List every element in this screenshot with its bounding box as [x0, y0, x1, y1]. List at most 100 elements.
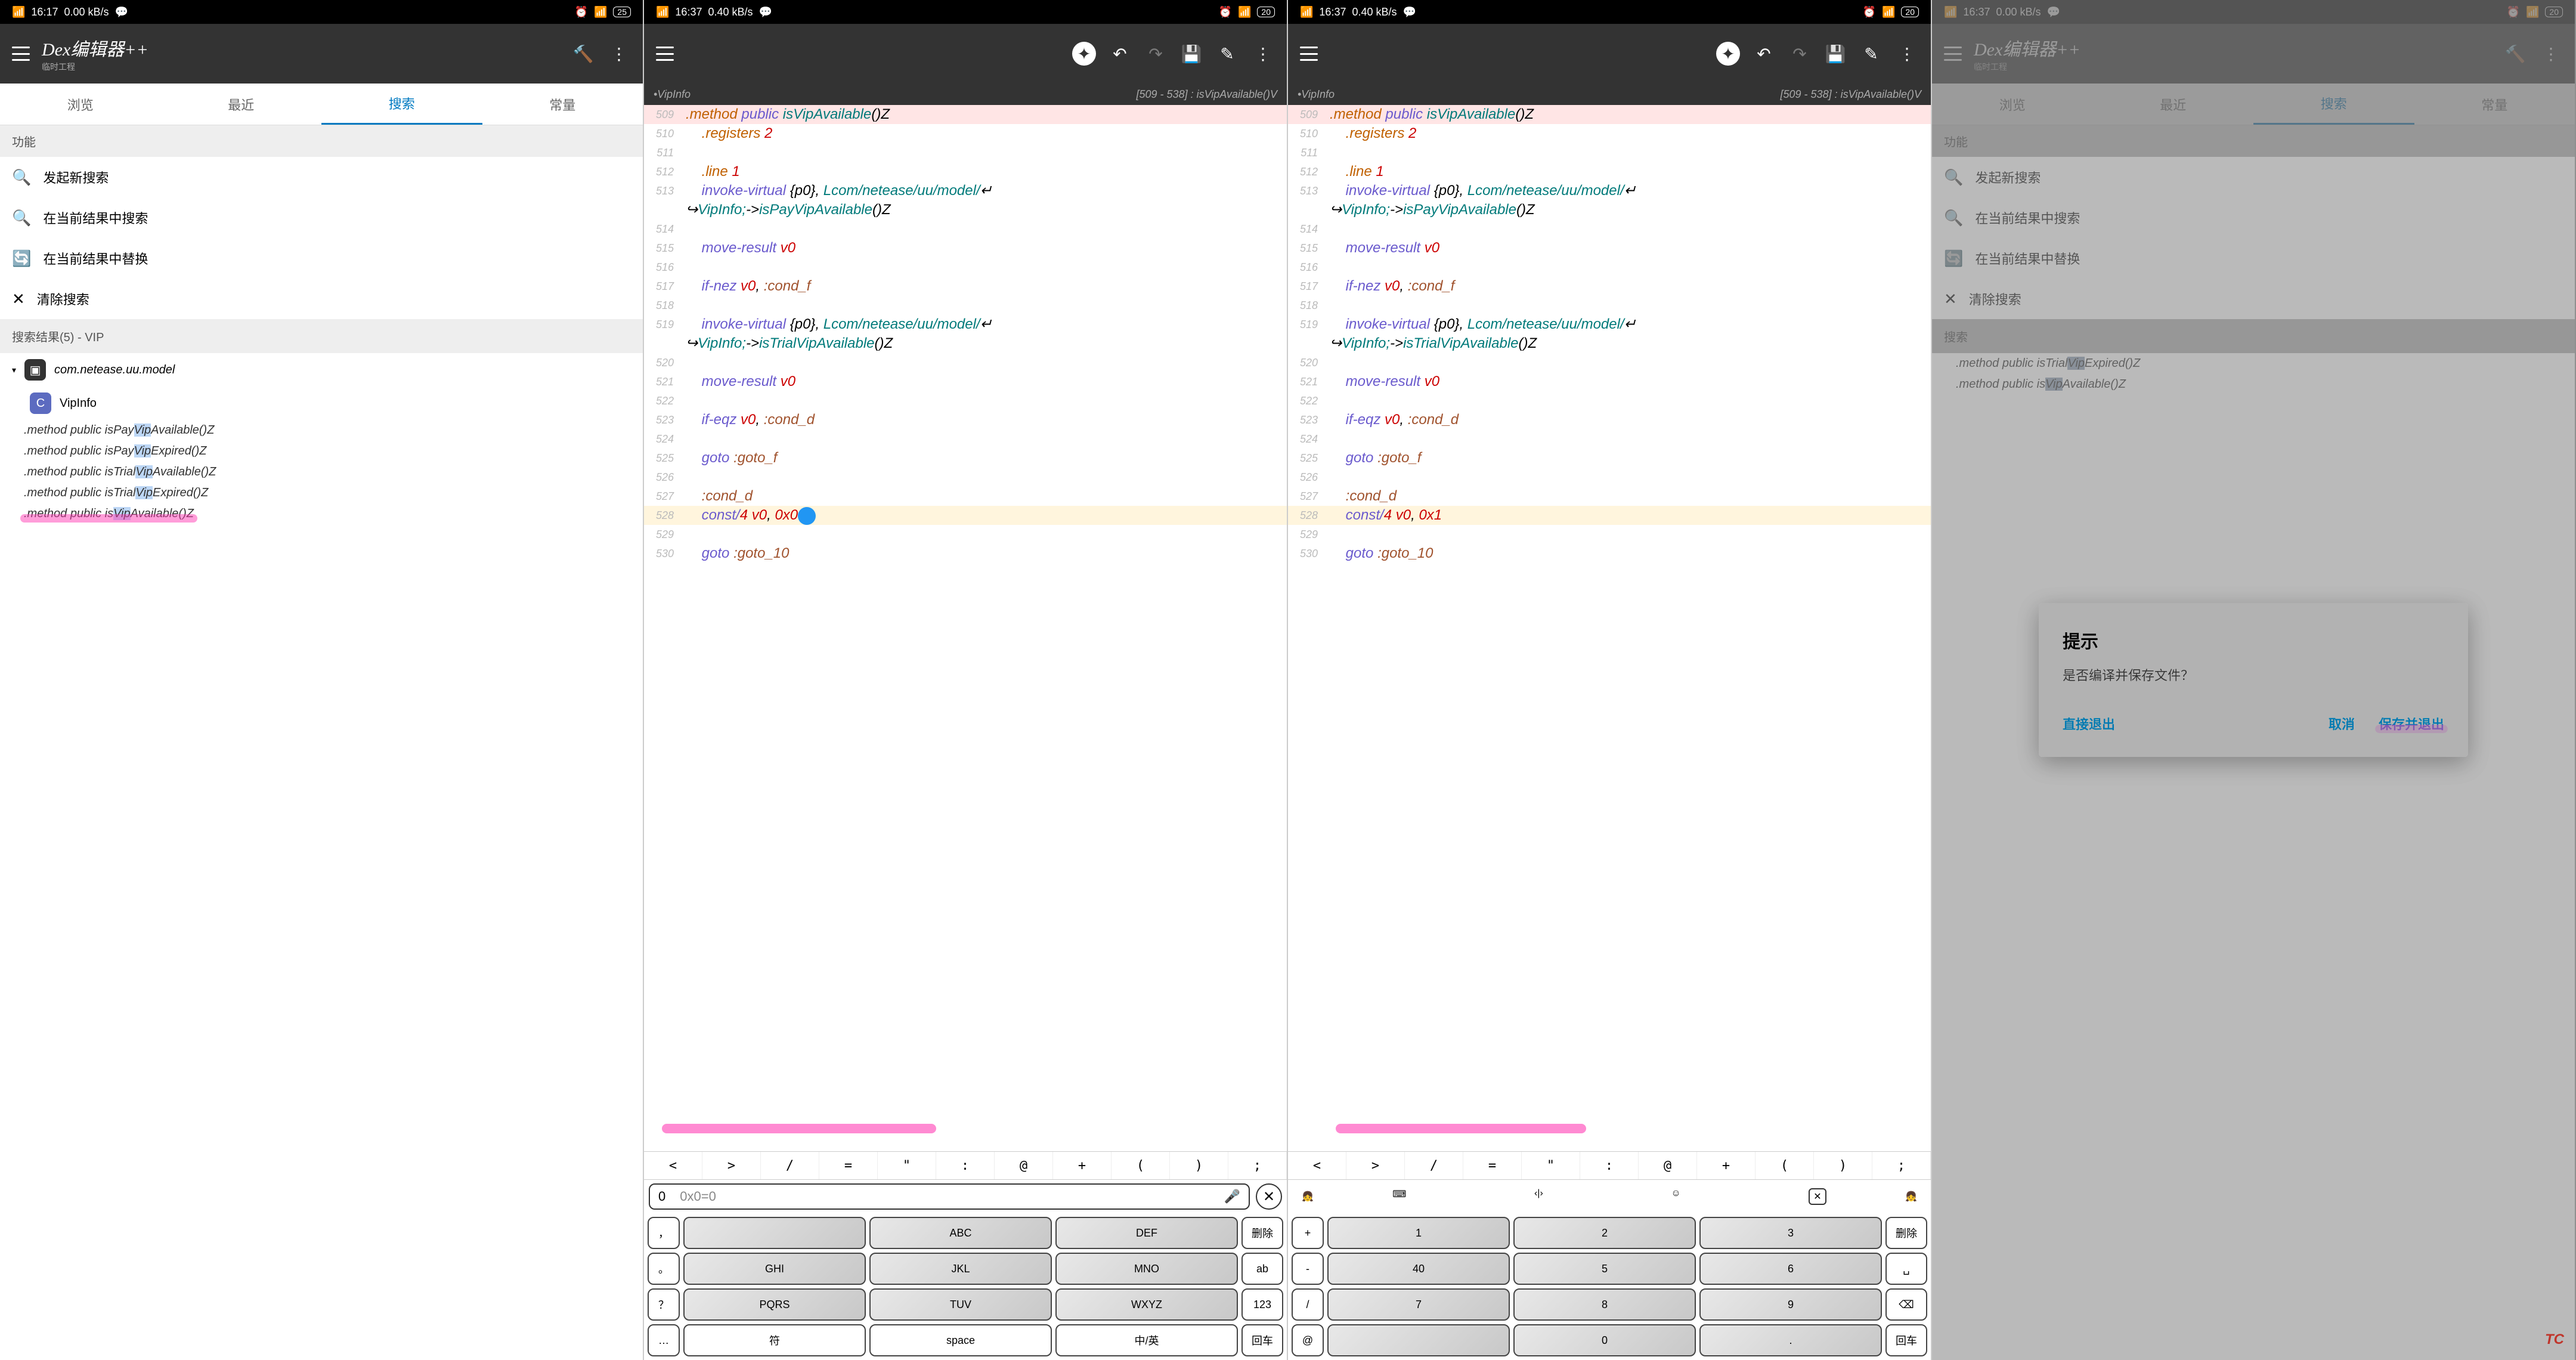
- num-key[interactable]: 6: [1699, 1253, 1882, 1285]
- func-key[interactable]: ab: [1241, 1253, 1283, 1285]
- keyboard-icon[interactable]: ⌨: [1392, 1188, 1406, 1205]
- symbol-key[interactable]: +: [1697, 1152, 1755, 1179]
- symbol-key[interactable]: =: [1463, 1152, 1522, 1179]
- symbol-key[interactable]: >: [1346, 1152, 1405, 1179]
- symbol-key[interactable]: ): [1170, 1152, 1228, 1179]
- tab-browse[interactable]: 浏览: [0, 84, 161, 125]
- class-row[interactable]: C VipInfo: [0, 387, 643, 420]
- action-search[interactable]: 🔍在当前结果中搜索: [0, 197, 643, 238]
- exit-button[interactable]: 直接退出: [2063, 714, 2115, 733]
- num-key[interactable]: 7: [1327, 1288, 1510, 1321]
- symbol-key[interactable]: ": [1522, 1152, 1580, 1179]
- ime-input[interactable]: 0 0x0=0 🎤: [649, 1183, 1250, 1210]
- num-key[interactable]: 40: [1327, 1253, 1510, 1285]
- code-editor[interactable]: 509.method public isVipAvailable()Z510 .…: [1288, 105, 1931, 1151]
- func-key[interactable]: ⌫: [1885, 1288, 1927, 1321]
- mode-key[interactable]: 符: [683, 1324, 866, 1356]
- symbol-key[interactable]: ": [878, 1152, 936, 1179]
- package-row[interactable]: ▾ ▣ com.netease.uu.model: [0, 353, 643, 387]
- clipboard-icon[interactable]: ✕: [1809, 1188, 1826, 1205]
- symbol-key[interactable]: >: [702, 1152, 761, 1179]
- method-result[interactable]: .method public isVipAvailable()Z: [0, 503, 643, 524]
- func-key[interactable]: 回车: [1241, 1324, 1283, 1356]
- symbol-key[interactable]: @: [1639, 1152, 1697, 1179]
- tab-search[interactable]: 搜索: [321, 84, 482, 125]
- func-key[interactable]: 回车: [1885, 1324, 1927, 1356]
- menu-icon[interactable]: [656, 47, 674, 61]
- letter-key[interactable]: PQRS: [683, 1288, 866, 1321]
- avatar-icon[interactable]: 👧: [1293, 1182, 1323, 1211]
- symbol-key[interactable]: <: [644, 1152, 702, 1179]
- symbol-key[interactable]: /: [1405, 1152, 1463, 1179]
- action-replace[interactable]: 🔄在当前结果中替换: [0, 238, 643, 279]
- num-key[interactable]: 3: [1699, 1217, 1882, 1249]
- punct-key[interactable]: ？: [648, 1288, 680, 1321]
- redo-icon[interactable]: ↷: [1788, 42, 1812, 66]
- symbol-key[interactable]: ): [1814, 1152, 1872, 1179]
- num-key[interactable]: [1327, 1324, 1510, 1356]
- symbol-key[interactable]: =: [819, 1152, 878, 1179]
- tab-recent[interactable]: 最近: [161, 84, 322, 125]
- overflow-icon[interactable]: ⋮: [1251, 42, 1275, 66]
- symbol-key[interactable]: :: [936, 1152, 995, 1179]
- symbol-key[interactable]: +: [1053, 1152, 1111, 1179]
- voice-icon[interactable]: 🎤: [1224, 1189, 1240, 1204]
- compass-icon[interactable]: ✦: [1716, 42, 1740, 66]
- method-result[interactable]: .method public isTrialVipExpired()Z: [0, 483, 643, 503]
- mode-key[interactable]: 中/英: [1055, 1324, 1238, 1356]
- edit-icon[interactable]: ✎: [1859, 42, 1883, 66]
- action-close[interactable]: ✕清除搜索: [0, 279, 643, 319]
- letter-key[interactable]: GHI: [683, 1253, 866, 1285]
- letter-key[interactable]: TUV: [869, 1288, 1052, 1321]
- save-icon[interactable]: 💾: [1179, 42, 1203, 66]
- symbol-key[interactable]: ;: [1872, 1152, 1931, 1179]
- undo-icon[interactable]: ↶: [1752, 42, 1776, 66]
- overflow-icon[interactable]: ⋮: [1895, 42, 1919, 66]
- method-result[interactable]: .method public isPayVipExpired()Z: [0, 441, 643, 462]
- punct-key[interactable]: 。: [648, 1253, 680, 1285]
- cursor-icon[interactable]: ‹|›: [1534, 1188, 1543, 1205]
- save-exit-button[interactable]: 保存并退出: [2379, 714, 2444, 733]
- menu-icon[interactable]: [12, 47, 30, 61]
- avatar-icon[interactable]: 👧: [1896, 1182, 1926, 1211]
- symbol-key[interactable]: (: [1755, 1152, 1814, 1179]
- clear-icon[interactable]: ✕: [1256, 1183, 1282, 1210]
- method-result[interactable]: .method public isTrialVipAvailable()Z: [0, 462, 643, 483]
- tab-constants[interactable]: 常量: [482, 84, 643, 125]
- undo-icon[interactable]: ↶: [1108, 42, 1132, 66]
- action-search[interactable]: 🔍发起新搜索: [0, 157, 643, 197]
- num-key[interactable]: 1: [1327, 1217, 1510, 1249]
- func-key[interactable]: 删除: [1885, 1217, 1927, 1249]
- num-key[interactable]: 2: [1513, 1217, 1696, 1249]
- punct-key[interactable]: ，: [648, 1217, 680, 1249]
- redo-icon[interactable]: ↷: [1144, 42, 1168, 66]
- edit-icon[interactable]: ✎: [1215, 42, 1239, 66]
- letter-key[interactable]: [683, 1217, 866, 1249]
- code-editor[interactable]: 509.method public isVipAvailable()Z510 .…: [644, 105, 1287, 1151]
- num-key[interactable]: .: [1699, 1324, 1882, 1356]
- menu-icon[interactable]: [1300, 47, 1318, 61]
- op-key[interactable]: +: [1292, 1217, 1324, 1249]
- num-key[interactable]: 5: [1513, 1253, 1696, 1285]
- letter-key[interactable]: MNO: [1055, 1253, 1238, 1285]
- compass-icon[interactable]: ✦: [1072, 42, 1096, 66]
- letter-key[interactable]: DEF: [1055, 1217, 1238, 1249]
- symbol-key[interactable]: :: [1580, 1152, 1639, 1179]
- symbol-key[interactable]: /: [761, 1152, 819, 1179]
- punct-key[interactable]: …: [648, 1324, 680, 1356]
- num-key[interactable]: 8: [1513, 1288, 1696, 1321]
- num-key[interactable]: 0: [1513, 1324, 1696, 1356]
- symbol-key[interactable]: ;: [1228, 1152, 1287, 1179]
- mode-key[interactable]: space: [869, 1324, 1052, 1356]
- overflow-icon[interactable]: ⋮: [607, 42, 631, 66]
- func-key[interactable]: 删除: [1241, 1217, 1283, 1249]
- save-icon[interactable]: 💾: [1823, 42, 1847, 66]
- op-key[interactable]: /: [1292, 1288, 1324, 1321]
- hammer-icon[interactable]: 🔨: [571, 42, 595, 66]
- num-key[interactable]: 9: [1699, 1288, 1882, 1321]
- method-result[interactable]: .method public isPayVipAvailable()Z: [0, 420, 643, 441]
- letter-key[interactable]: WXYZ: [1055, 1288, 1238, 1321]
- op-key[interactable]: -: [1292, 1253, 1324, 1285]
- emoji-icon[interactable]: ☺: [1671, 1188, 1680, 1205]
- symbol-key[interactable]: @: [995, 1152, 1053, 1179]
